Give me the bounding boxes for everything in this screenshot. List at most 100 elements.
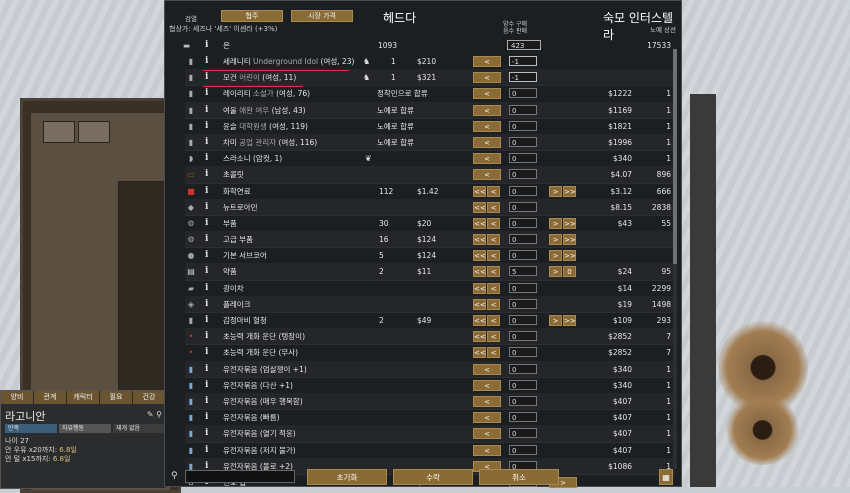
info-icon[interactable]: i	[205, 151, 208, 166]
buy-all-button[interactable]: >>	[563, 217, 576, 229]
info-icon[interactable]: i	[205, 264, 208, 279]
sell-all-button[interactable]: <<	[473, 201, 486, 213]
sell-button[interactable]: <	[473, 136, 501, 148]
accept-button[interactable]: 수락	[393, 469, 473, 485]
info-icon[interactable]: i	[205, 426, 208, 441]
info-icon[interactable]: i	[205, 38, 208, 53]
quantity-input[interactable]: 0	[509, 428, 537, 439]
quantity-input[interactable]: 0	[509, 88, 537, 99]
info-icon[interactable]: i	[205, 86, 208, 101]
info-icon[interactable]: i	[205, 378, 208, 393]
sell-button[interactable]: <	[487, 250, 500, 262]
info-icon[interactable]: i	[205, 410, 208, 425]
tab-health[interactable]: 건강	[133, 391, 166, 404]
sell-all-button[interactable]: <<	[473, 217, 486, 229]
quantity-input[interactable]: 5	[509, 266, 537, 277]
info-icon[interactable]: i	[205, 248, 208, 263]
info-icon[interactable]: i	[205, 443, 208, 458]
sell-button[interactable]: <	[473, 72, 501, 84]
quantity-input[interactable]: 0	[509, 185, 537, 196]
info-icon[interactable]: i	[205, 167, 208, 182]
sell-all-button[interactable]: <<	[473, 234, 486, 246]
sell-button[interactable]: <	[487, 347, 500, 359]
cancel-button[interactable]: 취소	[479, 469, 559, 485]
market-price-tab-button[interactable]: 시장 가격	[291, 10, 353, 22]
sell-button[interactable]: <	[473, 412, 501, 424]
info-icon[interactable]: i	[205, 103, 208, 118]
quantity-input[interactable]: 0	[509, 395, 537, 406]
sell-button[interactable]: <	[487, 201, 500, 213]
buy-all-button[interactable]: >>	[563, 315, 576, 326]
sell-button[interactable]: <	[487, 298, 500, 310]
sell-all-button[interactable]: <<	[473, 331, 486, 343]
info-icon[interactable]: i	[205, 362, 208, 377]
info-icon[interactable]: i	[205, 184, 208, 199]
buy-button[interactable]: >	[549, 185, 562, 197]
quantity-input[interactable]: 0	[509, 201, 537, 212]
buy-all-button[interactable]: >>	[563, 250, 576, 262]
sell-button[interactable]: <	[473, 88, 501, 100]
quantity-input[interactable]: 0	[509, 120, 537, 131]
sell-button[interactable]: <	[473, 120, 501, 132]
buy-button[interactable]: >	[549, 250, 562, 262]
sell-all-button[interactable]: <<	[473, 266, 486, 278]
reset-qty-button[interactable]: 0	[563, 266, 576, 278]
quantity-input[interactable]: 0	[509, 217, 537, 228]
quantity-input[interactable]: -1	[509, 72, 537, 83]
info-icon[interactable]: i	[205, 119, 208, 134]
buy-button[interactable]: >	[549, 315, 562, 326]
sell-all-button[interactable]: <<	[473, 282, 486, 294]
search-input[interactable]	[185, 470, 295, 483]
sell-all-button[interactable]: <<	[473, 185, 486, 197]
rescue-tab-button[interactable]: 협주	[221, 10, 283, 22]
sell-button[interactable]: <	[473, 56, 501, 67]
quantity-input[interactable]: 0	[509, 282, 537, 293]
buy-all-button[interactable]: >>	[563, 234, 576, 246]
sell-button[interactable]: <	[473, 444, 501, 456]
quantity-input[interactable]: 0	[509, 331, 537, 342]
sell-button[interactable]: <	[473, 395, 501, 407]
quantity-input[interactable]: 0	[509, 104, 537, 115]
sell-button[interactable]: <	[487, 331, 500, 343]
sell-button[interactable]: <	[473, 104, 501, 116]
tab-social[interactable]: 관계	[34, 391, 67, 404]
buy-button[interactable]: >	[549, 234, 562, 246]
quantity-input[interactable]: 0	[509, 153, 537, 164]
quantity-input[interactable]: 0	[509, 250, 537, 261]
info-icon[interactable]: i	[205, 394, 208, 409]
quantity-input[interactable]: 0	[509, 298, 537, 309]
sell-button[interactable]: <	[473, 169, 501, 181]
sell-button[interactable]: <	[487, 217, 500, 229]
quantity-input[interactable]: 0	[509, 363, 537, 374]
info-icon[interactable]: i	[205, 135, 208, 150]
info-icon[interactable]: i	[205, 216, 208, 231]
tab-character[interactable]: 캐릭터	[67, 391, 100, 404]
buy-button[interactable]: >	[549, 266, 562, 278]
info-icon[interactable]: i	[205, 329, 208, 344]
quantity-input[interactable]: 0	[509, 234, 537, 245]
info-icon[interactable]: i	[205, 281, 208, 296]
quantity-input[interactable]: 0	[509, 136, 537, 147]
info-icon[interactable]: i	[205, 232, 208, 247]
quantity-input[interactable]: 0	[509, 347, 537, 358]
quantity-input[interactable]: 0	[509, 169, 537, 180]
sell-all-button[interactable]: <<	[473, 347, 486, 359]
sell-button[interactable]: <	[473, 428, 501, 440]
sell-all-button[interactable]: <<	[473, 250, 486, 262]
scrollbar-thumb[interactable]	[673, 49, 677, 264]
tab-needs[interactable]: 필요	[100, 391, 133, 404]
reset-button[interactable]: 초기화	[307, 469, 387, 485]
pawn-action-icons[interactable]: ✎ ⚲	[147, 410, 162, 419]
info-icon[interactable]: i	[205, 70, 208, 85]
info-icon[interactable]: i	[205, 313, 208, 328]
sell-all-button[interactable]: <<	[473, 298, 486, 310]
sell-button[interactable]: <	[473, 153, 501, 165]
sell-button[interactable]: <	[487, 234, 500, 246]
quantity-input[interactable]: 0	[509, 444, 537, 455]
buy-all-button[interactable]: >>	[563, 185, 576, 197]
sell-button[interactable]: <	[487, 185, 500, 197]
quantity-input[interactable]: 0	[509, 315, 537, 325]
sell-button[interactable]: <	[487, 282, 500, 294]
buy-button[interactable]: >	[549, 217, 562, 229]
sell-button[interactable]: <	[473, 363, 501, 375]
